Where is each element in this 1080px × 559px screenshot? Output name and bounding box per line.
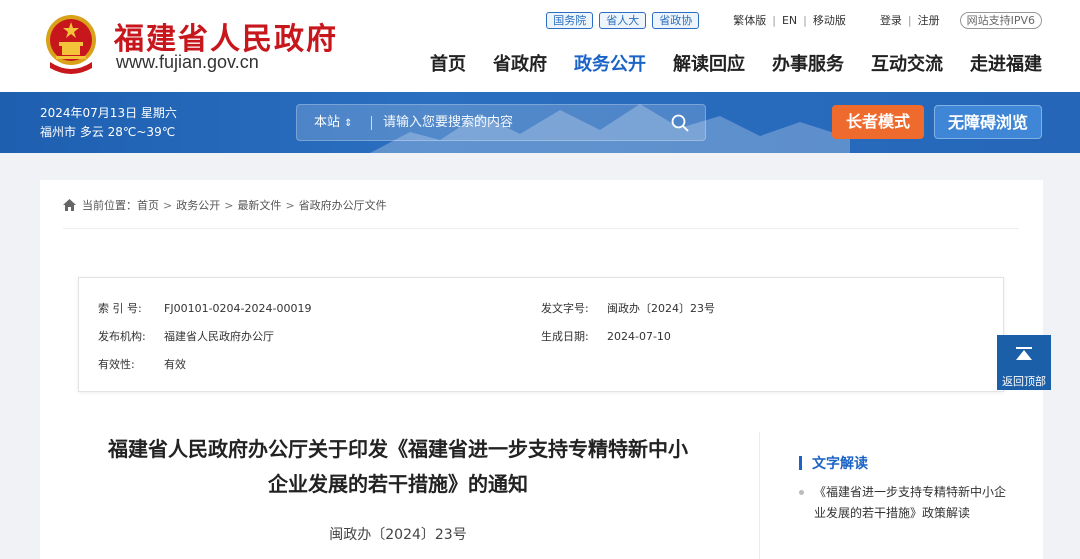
nav-about-fujian[interactable]: 走进福建 bbox=[970, 50, 1042, 76]
nav-government-affairs[interactable]: 政务公开 bbox=[574, 50, 646, 76]
link-mobile[interactable]: 移动版 bbox=[813, 12, 846, 28]
nav-provincial-government[interactable]: 省政府 bbox=[493, 50, 547, 76]
date-text: 2024年07月13日 星期六 bbox=[40, 106, 177, 120]
sidebar-interpretation-link[interactable]: 《福建省进一步支持专精特新中小企业发展的若干措施》政策解读 bbox=[799, 482, 1009, 524]
main-nav: 首页 省政府 政务公开 解读回应 办事服务 互动交流 走进福建 bbox=[430, 50, 1042, 76]
link-english[interactable]: EN bbox=[782, 14, 797, 27]
sort-arrows-icon: ⇕ bbox=[344, 118, 353, 129]
column-divider bbox=[759, 432, 760, 559]
back-to-top-button[interactable]: 返回顶部 bbox=[997, 335, 1051, 390]
search-box: 本站 ⇕ bbox=[296, 104, 706, 141]
bullet-icon bbox=[799, 490, 804, 495]
login-link[interactable]: 登录 bbox=[880, 12, 902, 28]
nav-services[interactable]: 办事服务 bbox=[772, 50, 844, 76]
elder-mode-button[interactable]: 长者模式 bbox=[832, 105, 924, 139]
link-traditional-chinese[interactable]: 繁体版 bbox=[733, 12, 766, 28]
date-weather: 2024年07月13日 星期六 福州市 多云 28℃~39℃ bbox=[40, 104, 177, 142]
back-to-top-label: 返回顶部 bbox=[1002, 375, 1046, 388]
document-number: 闽政办〔2024〕23号 bbox=[329, 527, 467, 543]
meta-publisher: 发布机构: 福建省人民政府办公厅 bbox=[98, 330, 274, 343]
nav-interpretation[interactable]: 解读回应 bbox=[673, 50, 745, 76]
meta-index: 索 引 号: FJ00101-0204-2024-00019 bbox=[98, 302, 312, 315]
ipv6-badge: 网站支持IPV6 bbox=[959, 11, 1042, 29]
document-metadata: 索 引 号: FJ00101-0204-2024-00019 发文字号: 闽政办〔2… bbox=[78, 277, 1004, 392]
accessible-browse-button[interactable]: 无障碍浏览 bbox=[934, 105, 1042, 139]
nav-interaction[interactable]: 互动交流 bbox=[871, 50, 943, 76]
meta-validity: 有效性: 有效 bbox=[98, 358, 186, 371]
document-title: 福建省人民政府办公厅关于印发《福建省进一步支持专精特新中小 企业发展的若干措施》… bbox=[108, 437, 688, 496]
breadcrumb: 当前位置： 首页 > 政务公开 > 最新文件 > 省政府办公厅文件 bbox=[63, 197, 387, 213]
meta-date: 生成日期: 2024-07-10 bbox=[541, 330, 671, 343]
breadcrumb-latest-docs[interactable]: 最新文件 bbox=[237, 197, 281, 213]
breadcrumb-office-docs[interactable]: 省政府办公厅文件 bbox=[299, 197, 387, 213]
breadcrumb-prefix: 当前位置： bbox=[82, 199, 137, 212]
search-icon[interactable] bbox=[671, 114, 689, 132]
nav-home[interactable]: 首页 bbox=[430, 50, 466, 76]
meta-doc-no: 发文字号: 闽政办〔2024〕23号 bbox=[541, 302, 715, 315]
link-state-council[interactable]: 国务院 bbox=[546, 11, 594, 29]
register-link[interactable]: 注册 bbox=[918, 12, 940, 28]
link-peoples-congress[interactable]: 省人大 bbox=[599, 11, 647, 29]
link-cppcc[interactable]: 省政协 bbox=[652, 11, 700, 29]
home-icon bbox=[63, 199, 76, 211]
content-panel: 当前位置： 首页 > 政务公开 > 最新文件 > 省政府办公厅文件 索 引 号:… bbox=[40, 180, 1043, 559]
site-url[interactable]: www.fujian.gov.cn bbox=[116, 52, 259, 73]
site-header: 福建省人民政府 www.fujian.gov.cn 国务院 省人大 省政协 繁体… bbox=[0, 0, 1080, 92]
search-input[interactable] bbox=[383, 105, 653, 140]
weather-text: 福州市 多云 28℃~39℃ bbox=[40, 125, 176, 139]
national-emblem-icon bbox=[46, 15, 96, 74]
search-scope-select[interactable]: 本站 ⇕ bbox=[314, 105, 353, 140]
top-utility-links: 国务院 省人大 省政协 繁体版 | EN | 移动版 登录 | 注册 网站支持I… bbox=[546, 11, 1042, 29]
sidebar-heading: 文字解读 bbox=[799, 453, 868, 473]
arrow-up-icon bbox=[1016, 347, 1032, 360]
divider bbox=[63, 228, 1019, 229]
breadcrumb-home[interactable]: 首页 bbox=[137, 197, 159, 213]
breadcrumb-gov-affairs[interactable]: 政务公开 bbox=[176, 197, 220, 213]
